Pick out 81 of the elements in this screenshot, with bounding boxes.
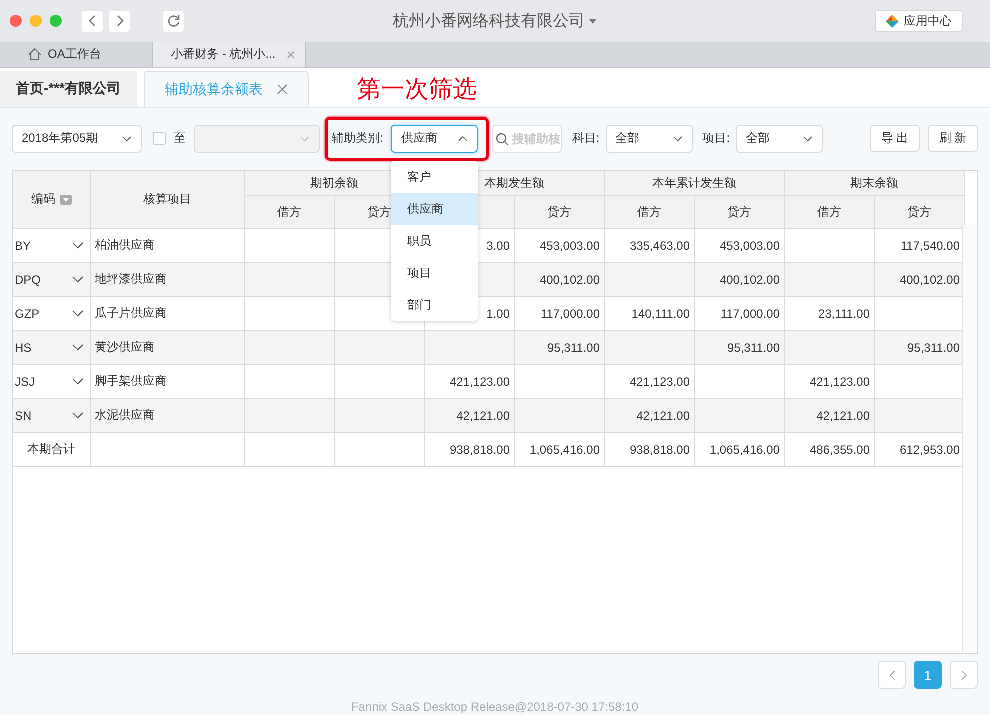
table-cell: 938,818.00 bbox=[604, 432, 694, 466]
back-button[interactable] bbox=[82, 10, 103, 32]
close-icon[interactable] bbox=[287, 50, 295, 58]
table-cell: 本期合计 bbox=[13, 432, 90, 466]
chevron-down-icon[interactable] bbox=[72, 412, 84, 419]
aux-type-select[interactable]: 供应商 bbox=[391, 124, 478, 152]
table-cell: GZP bbox=[15, 306, 40, 320]
scrollbar[interactable] bbox=[962, 225, 977, 653]
chevron-down-icon[interactable] bbox=[72, 310, 84, 317]
column-header: 借方 bbox=[784, 196, 874, 228]
period-select[interactable]: 2018年第05期 bbox=[12, 124, 142, 152]
reload-icon bbox=[166, 14, 180, 28]
table-cell: 水泥供应商 bbox=[90, 398, 244, 432]
column-group-header: 本年累计发生额 bbox=[604, 171, 784, 196]
table-cell: 42,121.00 bbox=[424, 398, 514, 432]
table-cell: 1,065,416.00 bbox=[694, 432, 784, 466]
export-button[interactable]: 导 出 bbox=[870, 125, 920, 152]
reload-button[interactable] bbox=[163, 10, 184, 32]
table-cell: DPQ bbox=[15, 272, 42, 286]
table-cell: 400,102.00 bbox=[694, 262, 784, 296]
chevron-down-icon bbox=[672, 136, 683, 142]
table-cell: 400,102.00 bbox=[874, 262, 964, 296]
chevron-down-icon[interactable] bbox=[72, 242, 84, 249]
chevron-left-icon bbox=[88, 14, 98, 28]
chevron-left-icon bbox=[888, 670, 896, 680]
column-header: 贷方 bbox=[514, 196, 604, 228]
close-icon[interactable] bbox=[277, 84, 288, 95]
pinwheel-icon bbox=[886, 14, 899, 28]
forward-button[interactable] bbox=[109, 10, 130, 32]
app-center-button[interactable]: 应用中心 bbox=[875, 10, 963, 32]
chevron-right-icon bbox=[114, 14, 124, 28]
window-title[interactable]: 杭州小番网络科技有限公司 bbox=[393, 10, 585, 32]
table-cell: BY bbox=[15, 238, 32, 252]
table-cell: 400,102.00 bbox=[514, 262, 604, 296]
annotation-text: 第一次筛选 bbox=[357, 74, 478, 104]
column-header: 借方 bbox=[604, 196, 694, 228]
refresh-button[interactable]: 刷 新 bbox=[928, 125, 978, 152]
chevron-down-icon bbox=[300, 136, 310, 142]
table-cell: 486,355.00 bbox=[784, 432, 874, 466]
column-header: 贷方 bbox=[874, 196, 964, 228]
browser-tab[interactable]: 小番财务 - 杭州小... bbox=[153, 42, 306, 67]
table-cell: 1,065,416.00 bbox=[514, 432, 604, 466]
dropdown-option[interactable]: 供应商 bbox=[391, 192, 478, 224]
table-cell: 95,311.00 bbox=[514, 330, 604, 364]
table-cell: JSJ bbox=[15, 374, 36, 388]
subject-select[interactable]: 全部 bbox=[606, 124, 693, 152]
column-header: 核算项目 bbox=[90, 171, 244, 228]
item-select[interactable]: 全部 bbox=[736, 124, 824, 152]
chevron-up-icon bbox=[458, 136, 468, 142]
table-cell: 42,121.00 bbox=[604, 398, 694, 432]
table-cell: 地坪漆供应商 bbox=[90, 262, 244, 296]
table-cell: HS bbox=[15, 340, 32, 354]
home-icon bbox=[28, 48, 42, 61]
item-label: 项目: bbox=[702, 130, 730, 147]
table-cell: 黄沙供应商 bbox=[90, 330, 244, 364]
search-icon bbox=[496, 132, 510, 146]
sort-icon[interactable] bbox=[60, 194, 72, 204]
chevron-down-icon[interactable] bbox=[72, 344, 84, 351]
chevron-down-icon bbox=[122, 136, 132, 142]
checkbox[interactable] bbox=[153, 132, 166, 145]
chevron-down-icon[interactable] bbox=[72, 276, 84, 283]
footer-text: Fannix SaaS Desktop Release@2018-07-30 17:58:10 bbox=[351, 700, 639, 714]
column-header: 贷方 bbox=[694, 196, 784, 228]
chevron-right-icon bbox=[960, 670, 968, 680]
subject-label: 科目: bbox=[572, 130, 600, 147]
caret-icon[interactable] bbox=[589, 18, 597, 24]
table-cell: SN bbox=[15, 408, 32, 422]
close-light-icon[interactable] bbox=[10, 15, 22, 27]
column-header: 编码 bbox=[32, 191, 56, 208]
column-group-header: 期末余额 bbox=[784, 171, 964, 196]
table-cell: 938,818.00 bbox=[424, 432, 514, 466]
to-label: 至 bbox=[174, 130, 186, 147]
column-header: 借方 bbox=[244, 196, 334, 228]
aux-type-label: 辅助类别: bbox=[332, 130, 384, 147]
chevron-down-icon bbox=[803, 136, 814, 142]
table-cell: 42,121.00 bbox=[784, 398, 874, 432]
page-tab[interactable]: 首页-***有限公司 bbox=[0, 71, 138, 107]
table-cell: 95,311.00 bbox=[694, 330, 784, 364]
zoom-light-icon[interactable] bbox=[50, 15, 62, 27]
table-cell: 95,311.00 bbox=[874, 330, 964, 364]
chevron-down-icon[interactable] bbox=[72, 378, 84, 385]
